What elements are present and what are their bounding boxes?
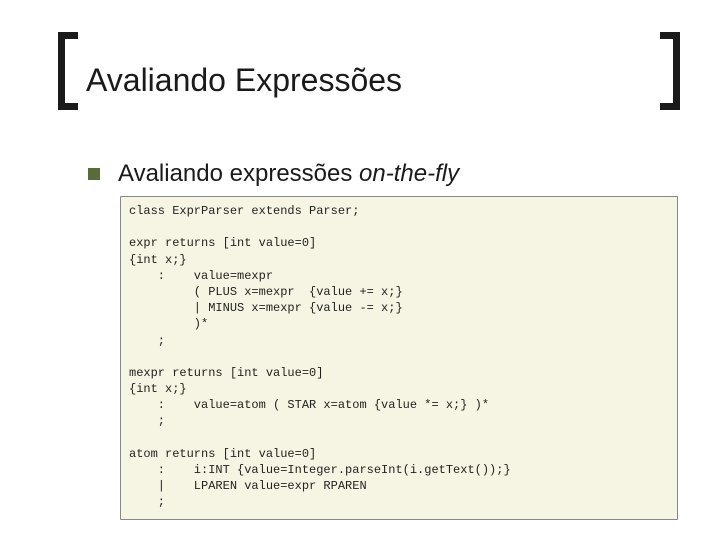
subtitle-text: Avaliando expressões on-the-fly [118,160,459,188]
subtitle-italic: on-the-fly [359,160,459,187]
title-bracket-right [660,32,680,110]
code-block: class ExprParser extends Parser; expr re… [120,196,678,520]
title-bracket-left [58,32,78,110]
subtitle-prefix: Avaliando expressões [118,160,359,187]
slide-title: Avaliando Expressões [86,62,402,99]
code-content: class ExprParser extends Parser; expr re… [129,203,669,511]
bullet-item: Avaliando expressões on-the-fly [88,160,459,188]
square-bullet-icon [88,168,100,180]
